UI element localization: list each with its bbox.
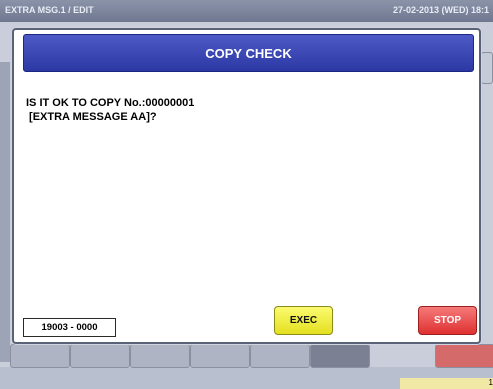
background-tab xyxy=(130,344,190,368)
background-tab xyxy=(310,344,370,368)
date-time-display: 27-02-2013 (WED) 18:1 xyxy=(392,5,489,15)
dialog-title: COPY CHECK xyxy=(23,34,474,72)
stop-button[interactable]: STOP xyxy=(418,306,477,335)
copy-check-dialog: COPY CHECK IS IT OK TO COPY No.:00000001… xyxy=(12,28,481,344)
background-tab xyxy=(10,344,70,368)
confirmation-message: IS IT OK TO COPY No.:00000001 [EXTRA MES… xyxy=(26,96,466,124)
background-side-button xyxy=(481,52,493,84)
title-bar: EXTRA MSG.1 / EDIT 27-02-2013 (WED) 18:1 xyxy=(0,0,493,22)
exec-button[interactable]: EXEC xyxy=(274,306,333,335)
background-tab xyxy=(70,344,130,368)
background-tab xyxy=(190,344,250,368)
message-line-2: [EXTRA MESSAGE AA]? xyxy=(26,111,157,123)
background-side-panel xyxy=(0,62,10,362)
page-indicator: 1 xyxy=(400,378,493,389)
code-display: 19003 - 0000 xyxy=(23,318,116,337)
background-tab xyxy=(250,344,310,368)
message-line-1: IS IT OK TO COPY No.:00000001 xyxy=(26,97,195,109)
background-tab xyxy=(435,344,493,368)
screen-title: EXTRA MSG.1 / EDIT xyxy=(5,5,94,15)
